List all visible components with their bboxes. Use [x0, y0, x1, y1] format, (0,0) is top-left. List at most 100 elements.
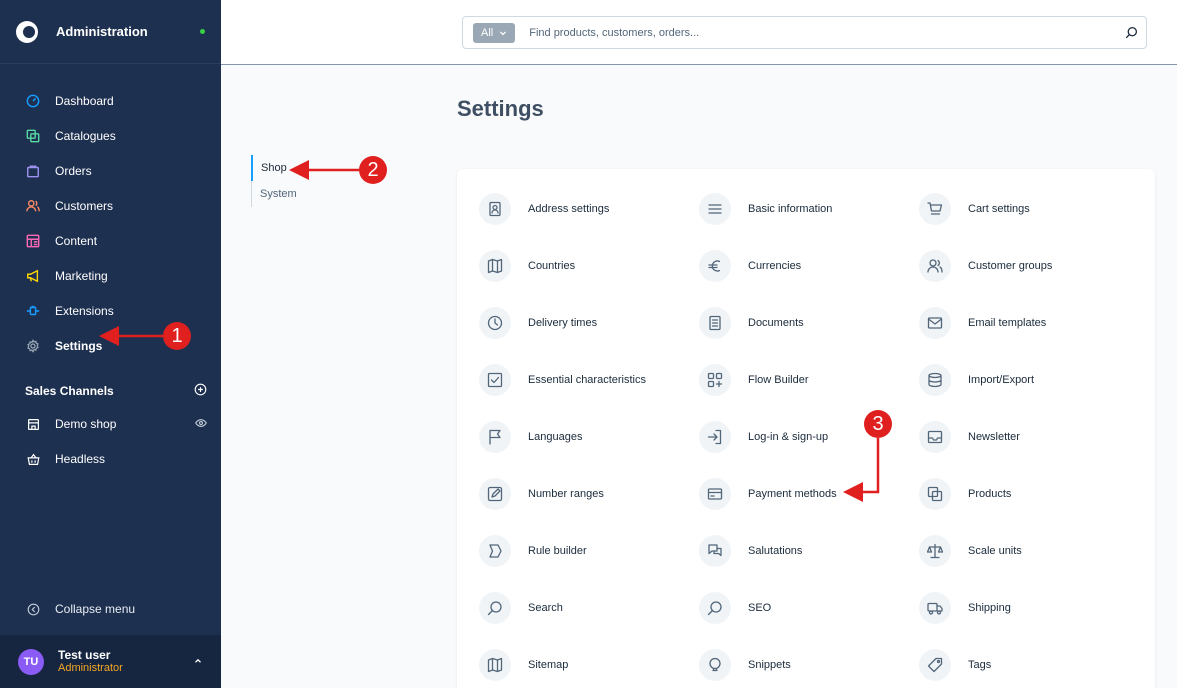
settings-item-essential-characteristics[interactable]: Essential characteristics	[479, 364, 699, 396]
plug-icon	[25, 303, 41, 319]
settings-item-label: Salutations	[748, 545, 803, 557]
shopware-logo-icon[interactable]	[16, 20, 38, 43]
annotation-marker-2: 2	[359, 156, 387, 184]
settings-item-snippets[interactable]: Snippets	[699, 649, 919, 681]
global-search: All	[462, 16, 1147, 49]
settings-item-tags[interactable]: Tags	[919, 649, 1139, 681]
flag-icon	[479, 421, 511, 453]
settings-item-currencies[interactable]: Currencies	[699, 250, 919, 282]
settings-item-label: Cart settings	[968, 203, 1030, 215]
user-menu[interactable]: TU Test user Administrator	[0, 635, 221, 688]
products-icon	[919, 478, 951, 510]
settings-item-email-templates[interactable]: Email templates	[919, 307, 1139, 339]
chevron-down-icon	[500, 31, 507, 35]
sales-channels-label: Sales Channels	[25, 384, 114, 398]
cart-icon	[919, 193, 951, 225]
top-bar: All	[221, 0, 1177, 65]
settings-item-seo[interactable]: SEO	[699, 592, 919, 624]
settings-grid: Address settings Basic information Cart se…	[479, 193, 1139, 688]
rule-icon	[479, 535, 511, 567]
user-role: Administrator	[58, 661, 123, 674]
sidebar-item-orders[interactable]: Orders	[0, 153, 221, 188]
settings-item-label: Currencies	[748, 260, 802, 272]
settings-item-newsletter[interactable]: Newsletter	[919, 421, 1139, 453]
sales-channel-headless[interactable]: Headless	[25, 448, 207, 470]
settings-item-basic-information[interactable]: Basic information	[699, 193, 919, 225]
settings-item-label: Basic information	[748, 203, 833, 215]
tab-shop[interactable]: Shop	[251, 155, 371, 181]
settings-item-label: Essential characteristics	[528, 374, 646, 386]
tab-system[interactable]: System	[252, 181, 371, 207]
chevron-up-icon[interactable]	[193, 653, 203, 671]
sales-channels-header: Sales Channels	[25, 380, 207, 402]
plus-circle-icon	[194, 383, 207, 396]
settings-item-sitemap[interactable]: Sitemap	[479, 649, 699, 681]
map-icon	[479, 649, 511, 681]
settings-item-documents[interactable]: Documents	[699, 307, 919, 339]
sidebar-item-label: Orders	[55, 163, 92, 178]
settings-item-label: Address settings	[528, 203, 610, 215]
settings-item-delivery-times[interactable]: Delivery times	[479, 307, 699, 339]
search-input[interactable]	[529, 26, 1116, 39]
sidebar-item-customers[interactable]: Customers	[0, 188, 221, 223]
sidebar-item-label: Dashboard	[55, 93, 114, 108]
settings-item-label: Documents	[748, 317, 804, 329]
collapse-menu-label: Collapse menu	[55, 602, 136, 616]
search-type-dropdown[interactable]: All	[473, 22, 516, 43]
settings-item-countries[interactable]: Countries	[479, 250, 699, 282]
settings-item-label: Newsletter	[968, 431, 1020, 443]
sidebar-item-catalogues[interactable]: Catalogues	[0, 118, 221, 153]
user-name: Test user	[58, 647, 111, 662]
sidebar-item-content[interactable]: Content	[0, 223, 221, 258]
settings-item-payment-methods[interactable]: Payment methods	[699, 478, 919, 510]
add-sales-channel-button[interactable]	[194, 383, 207, 399]
sidebar-item-label: Settings	[55, 338, 103, 353]
sidebar-item-label: Customers	[55, 198, 114, 213]
eye-icon[interactable]	[195, 417, 207, 432]
settings-item-label: Scale units	[968, 545, 1022, 557]
pencil-square-icon	[479, 478, 511, 510]
settings-item-cart-settings[interactable]: Cart settings	[919, 193, 1139, 225]
settings-item-flow-builder[interactable]: Flow Builder	[699, 364, 919, 396]
settings-item-label: Number ranges	[528, 488, 604, 500]
settings-item-import-export[interactable]: Import/Export	[919, 364, 1139, 396]
megaphone-icon	[25, 268, 41, 284]
settings-item-address-settings[interactable]: Address settings	[479, 193, 699, 225]
settings-item-products[interactable]: Products	[919, 478, 1139, 510]
settings-item-label: Search	[528, 602, 563, 614]
content-icon	[25, 233, 41, 249]
settings-item-label: Customer groups	[968, 260, 1053, 272]
collapse-menu-button[interactable]: Collapse menu	[25, 598, 135, 620]
settings-item-customer-groups[interactable]: Customer groups	[919, 250, 1139, 282]
settings-item-scale-units[interactable]: Scale units	[919, 535, 1139, 567]
settings-item-languages[interactable]: Languages	[479, 421, 699, 453]
search-button[interactable]	[1116, 26, 1146, 39]
settings-item-number-ranges[interactable]: Number ranges	[479, 478, 699, 510]
settings-item-label: Languages	[528, 431, 583, 443]
euro-icon	[699, 250, 731, 282]
document-icon	[699, 307, 731, 339]
search-icon	[699, 592, 731, 624]
settings-item-search[interactable]: Search	[479, 592, 699, 624]
sidebar-item-marketing[interactable]: Marketing	[0, 258, 221, 293]
clock-icon	[479, 307, 511, 339]
map-icon	[479, 250, 511, 282]
settings-item-label: Sitemap	[528, 659, 569, 671]
sidebar-item-dashboard[interactable]: Dashboard	[0, 83, 221, 118]
settings-item-label: Snippets	[748, 659, 791, 671]
settings-item-shipping[interactable]: Shipping	[919, 592, 1139, 624]
storefront-icon	[25, 416, 41, 432]
truck-icon	[919, 592, 951, 624]
settings-item-label: Products	[968, 488, 1012, 500]
settings-panel: Address settings Basic information Cart se…	[457, 169, 1155, 688]
settings-item-label: Delivery times	[528, 317, 598, 329]
sales-channel-demo-shop[interactable]: Demo shop	[25, 413, 207, 435]
settings-item-rule-builder[interactable]: Rule builder	[479, 535, 699, 567]
login-icon	[699, 421, 731, 453]
search-icon	[1125, 26, 1137, 39]
sales-channel-label: Headless	[55, 452, 106, 466]
checkbox-icon	[479, 364, 511, 396]
settings-item-label: Shipping	[968, 602, 1011, 614]
settings-item-salutations[interactable]: Salutations	[699, 535, 919, 567]
sidebar-item-extensions[interactable]: Extensions	[0, 293, 221, 328]
